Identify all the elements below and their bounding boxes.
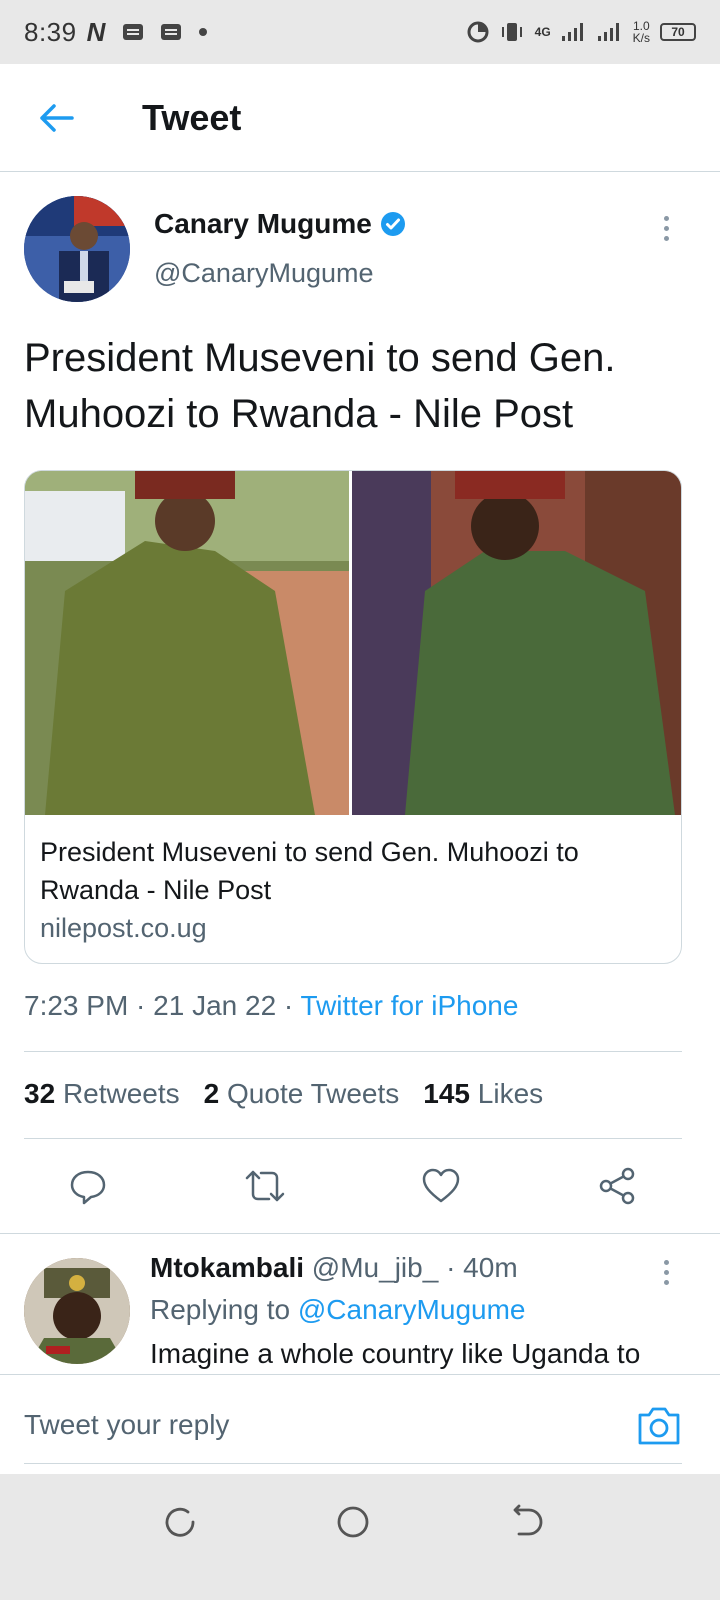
retweets-stat[interactable]: 32 Retweets	[24, 1078, 180, 1110]
status-time: 8:39	[24, 16, 77, 47]
divider	[24, 1051, 682, 1052]
notification-icons: N	[87, 17, 208, 48]
author-avatar[interactable]	[24, 196, 130, 302]
reply-avatar-image	[24, 1258, 130, 1364]
card-image	[25, 471, 681, 815]
heart-icon	[422, 1168, 460, 1203]
more-notifications-icon	[199, 28, 208, 36]
battery-icon: 70	[660, 23, 696, 41]
replying-to: Replying to @CanaryMugume	[150, 1294, 526, 1325]
status-bar: 8:39 N 4G 1.0 K/s 70	[0, 0, 720, 64]
more-dot-icon	[663, 1259, 669, 1265]
reply-button[interactable]	[64, 1162, 112, 1210]
like-button[interactable]	[417, 1162, 465, 1210]
reply-author-meta: @Mu_jib_ · 40m	[304, 1252, 518, 1283]
tweet-text: President Museveni to send Gen. Muhoozi …	[24, 336, 616, 436]
tweet-timestamp: 7:23 PM · 21 Jan 22 · Twitter for iPhone	[24, 990, 519, 1021]
card-title: President Museveni to send Gen. Muhoozi …	[40, 837, 579, 905]
notification-n-icon: N	[86, 16, 106, 47]
message-icon	[123, 24, 144, 40]
data-saver-icon	[467, 21, 489, 43]
vibrate-icon	[501, 23, 522, 41]
tweet-more-button[interactable]	[656, 208, 676, 248]
camera-icon	[638, 1407, 680, 1445]
message-icon-2	[161, 24, 182, 40]
author-handle[interactable]: @CanaryMugume	[154, 258, 374, 289]
verified-badge-icon	[380, 212, 405, 236]
network-type: 4G	[534, 25, 551, 39]
tweet-stats: 32 Retweets 2 Quote Tweets 145 Likes	[24, 1078, 543, 1110]
camera-button[interactable]	[636, 1405, 682, 1447]
link-card[interactable]: President Museveni to send Gen. Muhoozi …	[24, 470, 682, 964]
retweet-button[interactable]	[241, 1162, 289, 1210]
divider	[24, 1138, 682, 1139]
quote-tweets-stat[interactable]: 2 Quote Tweets	[204, 1078, 400, 1110]
share-button[interactable]	[593, 1162, 641, 1210]
compose-underline	[24, 1463, 682, 1464]
back-button[interactable]	[26, 88, 86, 148]
card-domain: nilepost.co.ug	[40, 913, 207, 943]
page-title: Tweet	[142, 96, 242, 138]
back-nav-icon	[513, 1504, 543, 1536]
back-arrow-icon	[40, 103, 74, 132]
reply-icon	[70, 1170, 106, 1205]
recents-icon	[165, 1507, 195, 1537]
reply-more-button[interactable]	[656, 1252, 676, 1292]
reply-header: Mtokambali @Mu_jib_ · 40m	[150, 1252, 518, 1284]
signal-icon-2	[597, 23, 619, 41]
home-icon	[337, 1506, 369, 1538]
reply-author-name[interactable]: Mtokambali	[150, 1252, 304, 1283]
tweet-actions	[0, 1150, 720, 1222]
reply-input[interactable]: Tweet your reply	[24, 1409, 229, 1441]
more-dot-icon	[663, 215, 669, 221]
home-button[interactable]	[333, 1502, 373, 1542]
compose-bar: Tweet your reply	[0, 1374, 720, 1474]
network-speed: 1.0 K/s	[632, 19, 650, 45]
reply-text: Imagine a whole country like Uganda to	[150, 1338, 641, 1369]
author-avatar-image	[24, 196, 130, 302]
share-icon	[599, 1167, 635, 1205]
header: Tweet	[0, 64, 720, 172]
status-right: 4G 1.0 K/s 70	[467, 20, 696, 44]
likes-stat[interactable]: 145 Likes	[423, 1078, 543, 1110]
retweet-icon	[245, 1170, 285, 1202]
tweet-source-link[interactable]: Twitter for iPhone	[301, 990, 519, 1021]
signal-icon	[561, 23, 583, 41]
back-nav-button[interactable]	[505, 1502, 545, 1542]
reply-mention-link[interactable]: @CanaryMugume	[298, 1294, 526, 1325]
system-nav-bar	[0, 1474, 720, 1600]
reply-avatar[interactable]	[24, 1258, 130, 1364]
recents-button[interactable]	[160, 1502, 200, 1542]
divider	[0, 1233, 720, 1234]
author-name[interactable]: Canary Mugume	[154, 208, 406, 240]
